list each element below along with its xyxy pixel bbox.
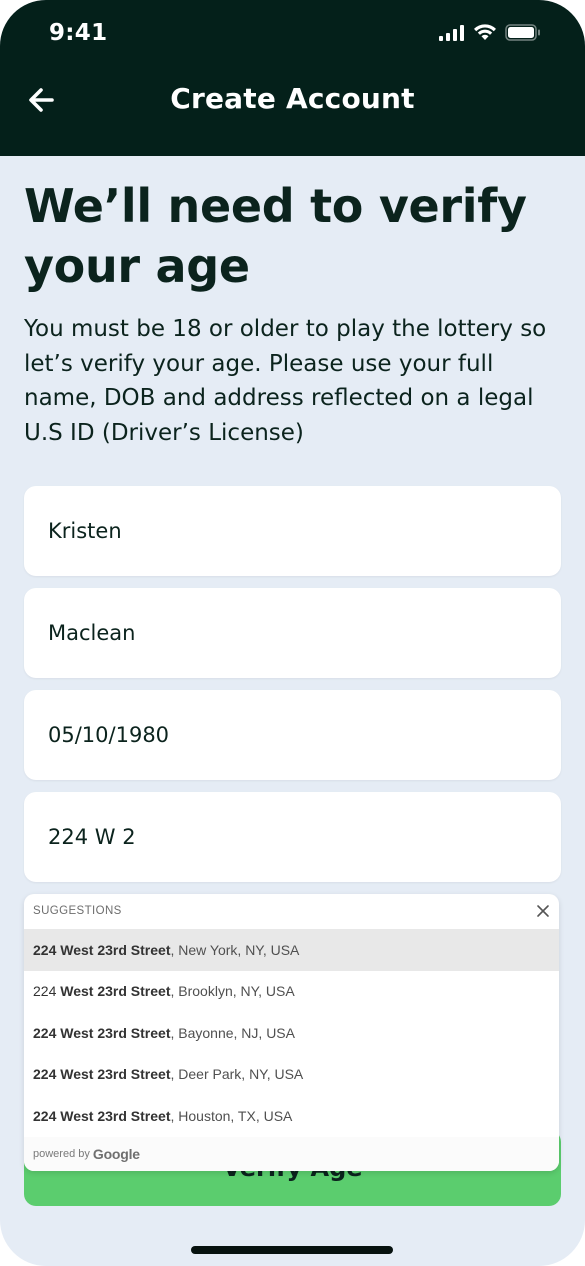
suggestion-number: 224 bbox=[33, 1107, 57, 1124]
google-logo: Google bbox=[92, 1146, 140, 1162]
dob-field[interactable] bbox=[24, 690, 561, 780]
suggestion-locality: , Bayonne, NJ, USA bbox=[170, 1024, 295, 1041]
suggestion-item[interactable]: 224 West 23rd Street, Houston, TX, USA bbox=[24, 1095, 559, 1137]
signal-icon bbox=[439, 24, 464, 41]
suggestion-street: West 23rd Street bbox=[60, 1066, 171, 1083]
suggestion-item[interactable]: 224 West 23rd Street, Bayonne, NJ, USA bbox=[24, 1012, 559, 1054]
suggestion-number: 224 bbox=[33, 941, 57, 958]
status-time: 9:41 bbox=[49, 20, 108, 46]
status-icons bbox=[439, 24, 541, 41]
last-name-field[interactable] bbox=[24, 588, 561, 678]
wifi-icon bbox=[474, 24, 496, 40]
intro-section: We’ll need to verify your age You must b… bbox=[24, 176, 561, 450]
page-title: Create Account bbox=[170, 82, 415, 115]
suggestion-locality: , Houston, TX, USA bbox=[170, 1107, 293, 1124]
suggestion-street: West 23rd Street bbox=[60, 983, 171, 1000]
suggestion-number: 224 bbox=[33, 1066, 57, 1083]
phone-screen: 9:41 Create Account We’ll need to verify… bbox=[0, 0, 585, 1266]
app-header: 9:41 Create Account bbox=[0, 0, 585, 156]
dob-input[interactable] bbox=[48, 723, 537, 747]
suggestion-number: 224 bbox=[33, 1024, 57, 1041]
suggestion-locality: , Brooklyn, NY, USA bbox=[170, 983, 295, 1000]
suggestion-item[interactable]: 224 West 23rd Street, Deer Park, NY, USA bbox=[24, 1054, 559, 1096]
address-field[interactable] bbox=[24, 792, 561, 882]
powered-by-label: powered by bbox=[33, 1148, 90, 1160]
first-name-input[interactable] bbox=[48, 519, 537, 543]
headline: We’ll need to verify your age bbox=[24, 179, 527, 293]
address-input[interactable] bbox=[48, 825, 537, 849]
suggestion-street: West 23rd Street bbox=[60, 941, 171, 958]
powered-by-google: powered by Google bbox=[24, 1137, 559, 1171]
suggestion-locality: , Deer Park, NY, USA bbox=[170, 1066, 304, 1083]
suggestion-item[interactable]: 224 West 23rd Street, Brooklyn, NY, USA bbox=[24, 971, 559, 1013]
suggestions-header: SUGGESTIONS bbox=[24, 894, 559, 929]
age-requirement-text: You must be 18 or older to play the lott… bbox=[24, 316, 547, 446]
suggestion-number: 224 bbox=[33, 983, 57, 1000]
suggestion-locality: , New York, NY, USA bbox=[170, 941, 300, 958]
last-name-input[interactable] bbox=[48, 621, 537, 645]
suggestion-item[interactable]: 224 West 23rd Street, New York, NY, USA bbox=[24, 929, 559, 971]
address-suggestions-dropdown: SUGGESTIONS 224 West 23rd Street, New Yo… bbox=[24, 894, 559, 1171]
first-name-field[interactable] bbox=[24, 486, 561, 576]
close-icon[interactable] bbox=[535, 903, 551, 919]
home-indicator[interactable] bbox=[191, 1246, 393, 1254]
battery-icon bbox=[505, 24, 540, 41]
suggestions-label: SUGGESTIONS bbox=[33, 905, 122, 917]
suggestion-street: West 23rd Street bbox=[60, 1107, 171, 1124]
suggestion-street: West 23rd Street bbox=[60, 1024, 171, 1041]
